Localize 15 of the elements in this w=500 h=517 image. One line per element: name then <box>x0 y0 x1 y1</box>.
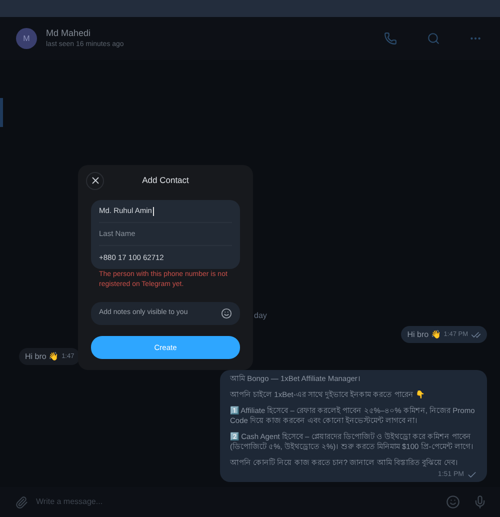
message-input[interactable]: Write a message... <box>36 496 438 508</box>
contact-name: Md Mahedi <box>46 26 92 40</box>
emoji-icon[interactable] <box>221 308 232 319</box>
phone-icon[interactable] <box>384 32 397 45</box>
close-button[interactable] <box>86 172 104 190</box>
paperclip-icon[interactable] <box>15 496 28 508</box>
message-text: Hi bro 👋 <box>407 328 441 340</box>
microphone-icon[interactable] <box>473 495 487 509</box>
close-icon <box>90 175 100 186</box>
avatar: M <box>16 28 37 49</box>
date-label: day <box>254 310 267 322</box>
message-text: Hi bro 👋 <box>25 350 59 362</box>
dialog-title: Add Contact <box>142 174 189 187</box>
scroll-marker <box>0 98 3 127</box>
search-icon[interactable] <box>427 32 440 45</box>
